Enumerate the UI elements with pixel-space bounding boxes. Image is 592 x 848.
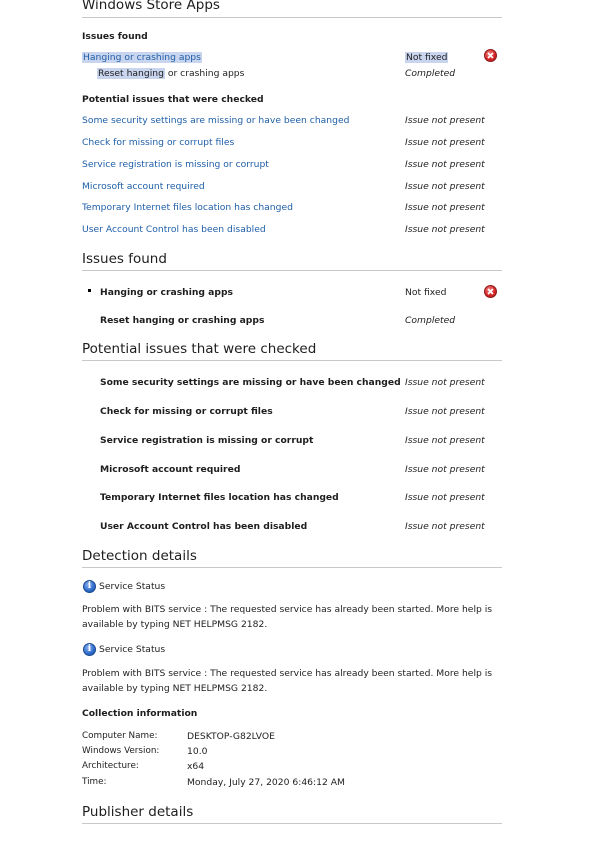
potential-item-status: Issue not present — [405, 377, 485, 388]
detection-details-heading: Detection details — [82, 548, 197, 564]
publisher-details-heading: Publisher details — [82, 804, 194, 820]
potential-item-status: Issue not present — [405, 464, 485, 475]
summary-potential-link[interactable]: Service registration is missing or corru… — [82, 159, 269, 170]
detection-entry-heading: Service Status — [99, 644, 166, 655]
summary-issues-found-label: Issues found — [82, 31, 148, 42]
collection-row-label: Windows Version: — [82, 746, 160, 756]
issues-found-heading: Issues found — [82, 251, 167, 267]
collection-row-label: Time: — [82, 777, 107, 787]
potential-item-status: Issue not present — [405, 521, 485, 532]
detection-entry-heading: Service Status — [99, 581, 166, 592]
collection-row-label: Architecture: — [82, 761, 139, 771]
collection-row-value: DESKTOP-G82LVOE — [187, 731, 275, 742]
issue-name: Hanging or crashing apps — [100, 287, 233, 298]
summary-potential-status: Issue not present — [405, 181, 485, 192]
potential-item-name: Temporary Internet files location has ch… — [100, 492, 339, 503]
summary-issue-link[interactable]: Hanging or crashing apps — [82, 52, 202, 63]
bullet-icon — [88, 289, 91, 292]
detection-entry-text: Problem with BITS service : The requeste… — [82, 604, 493, 630]
summary-sub-highlight: Reset hanging — [97, 68, 165, 79]
potential-item-name: Some security settings are missing or ha… — [100, 377, 401, 388]
summary-sub-status: Completed — [405, 68, 456, 79]
info-icon: i — [83, 580, 96, 593]
collection-row-value: x64 — [187, 761, 205, 772]
potential-item-name: Check for missing or corrupt files — [100, 406, 273, 417]
divider — [82, 823, 502, 824]
summary-potential-link[interactable]: Temporary Internet files location has ch… — [82, 202, 293, 213]
summary-potential-link[interactable]: Check for missing or corrupt files — [82, 137, 234, 148]
issue-status: Not fixed — [405, 287, 447, 298]
divider — [82, 360, 502, 361]
summary-potential-status: Issue not present — [405, 115, 485, 126]
error-x-icon — [484, 49, 497, 62]
potential-item-status: Issue not present — [405, 406, 485, 417]
summary-potential-link[interactable]: User Account Control has been disabled — [82, 224, 266, 235]
collection-row-value: Monday, July 27, 2020 6:46:12 AM — [187, 777, 345, 788]
potential-item-status: Issue not present — [405, 492, 485, 503]
summary-potential-label: Potential issues that were checked — [82, 94, 264, 105]
summary-potential-status: Issue not present — [405, 159, 485, 170]
sub-issue-status: Completed — [405, 315, 456, 326]
divider — [82, 567, 502, 568]
collection-info-label: Collection information — [82, 708, 198, 719]
potential-issues-heading: Potential issues that were checked — [82, 341, 317, 357]
summary-potential-link[interactable]: Some security settings are missing or ha… — [82, 115, 349, 126]
summary-potential-status: Issue not present — [405, 224, 485, 235]
summary-potential-status: Issue not present — [405, 137, 485, 148]
summary-sub-rest: or crashing apps — [164, 68, 245, 79]
page-title: Windows Store Apps — [82, 0, 220, 13]
info-icon: i — [83, 643, 96, 656]
summary-potential-link[interactable]: Microsoft account required — [82, 181, 205, 192]
summary-issue-status: Not fixed — [405, 52, 449, 63]
summary-sub-item: Reset hanging or crashing apps — [97, 68, 244, 79]
collection-row-label: Computer Name: — [82, 731, 158, 741]
sub-issue-name: Reset hanging or crashing apps — [100, 315, 265, 326]
potential-item-name: Microsoft account required — [100, 464, 241, 475]
divider — [82, 270, 502, 271]
detection-entry-text: Problem with BITS service : The requeste… — [82, 668, 493, 694]
potential-item-name: Service registration is missing or corru… — [100, 435, 314, 446]
divider — [82, 17, 502, 18]
error-x-icon — [484, 285, 497, 298]
potential-item-status: Issue not present — [405, 435, 485, 446]
summary-potential-status: Issue not present — [405, 202, 485, 213]
collection-row-value: 10.0 — [187, 746, 208, 757]
potential-item-name: User Account Control has been disabled — [100, 521, 308, 532]
